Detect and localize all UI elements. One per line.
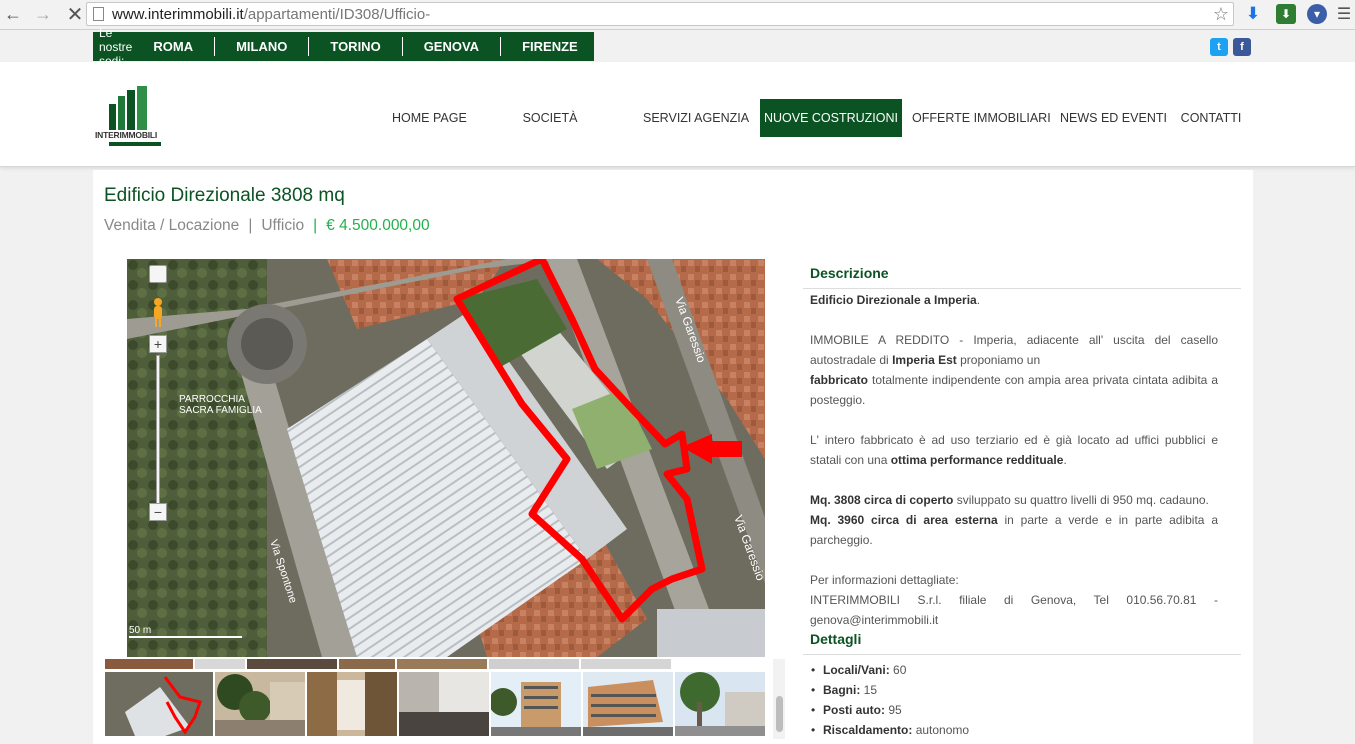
download-icon[interactable]: ⬇ xyxy=(1243,4,1263,24)
desc-p6a: Mq. 3960 circa di area esterna xyxy=(810,513,998,527)
zoom-slider[interactable] xyxy=(156,355,160,505)
map-image: PARROCCHIA SACRA FAMIGLIA Via Garessio V… xyxy=(127,259,765,657)
address-bar[interactable]: www.interimmobili.it/appartamenti/ID308/… xyxy=(86,2,1234,26)
desc-p3a: fabbricato xyxy=(810,373,869,387)
gallery-scrollbar-thumb[interactable] xyxy=(776,696,783,732)
office-link-torino[interactable]: TORINO xyxy=(308,37,401,56)
desc-p4b: ottima performance reddituale xyxy=(890,453,1064,467)
desc-p5a: Mq. 3808 circa di coperto xyxy=(810,493,954,507)
logo-buildings-icon xyxy=(109,86,161,146)
detail-value: 15 xyxy=(860,683,878,697)
detail-value: autonomo xyxy=(912,723,970,737)
listing-panel: Edificio Direzionale 3808 mq Vendita / L… xyxy=(93,170,1253,744)
facebook-icon[interactable]: f xyxy=(1233,38,1251,56)
zoom-out-button[interactable]: − xyxy=(149,503,167,521)
browser-toolbar: ← → ✕ www.interimmobili.it/appartamenti/… xyxy=(0,0,1355,30)
detail-item: Bagni: 15 xyxy=(811,680,969,700)
desc-p2c: proponiamo un xyxy=(956,353,1041,367)
detail-label: Locali/Vani: xyxy=(823,663,890,677)
divider xyxy=(803,288,1241,289)
separator: | xyxy=(248,217,253,234)
office-link-firenze[interactable]: FIRENZE xyxy=(500,37,599,56)
desc-p5b: sviluppato su quattro livelli di 950 mq.… xyxy=(953,493,1209,507)
thumbnail-building-front[interactable] xyxy=(491,672,581,736)
detail-value: 95 xyxy=(885,703,902,717)
extension-menu-icon[interactable]: ▾ xyxy=(1307,4,1327,24)
arrow-left-icon[interactable]: ← xyxy=(2,4,24,26)
page-icon xyxy=(93,7,104,21)
nav-contatti[interactable]: CONTATTI xyxy=(1180,99,1242,137)
nav-news-eventi[interactable]: NEWS ED EVENTI xyxy=(1060,99,1167,137)
desc-p4c: . xyxy=(1063,453,1067,467)
url-host: www.interimmobili.it xyxy=(112,5,244,23)
detail-label: Posti auto: xyxy=(823,703,885,717)
nav-societa[interactable]: SOCIETÀ xyxy=(520,99,580,137)
listing-type: Vendita / Locazione xyxy=(104,217,240,234)
site-header: INTERIMMOBILI HOME PAGE SOCIETÀ SERVIZI … xyxy=(0,62,1355,167)
satellite-map[interactable]: PARROCCHIA SACRA FAMIGLIA Via Garessio V… xyxy=(127,259,765,657)
detail-item: Locali/Vani: 60 xyxy=(811,660,969,680)
detail-label: Riscaldamento: xyxy=(823,723,913,737)
map-scale-label: 50 m xyxy=(129,625,151,636)
logo-text: INTERIMMOBILI xyxy=(95,130,158,140)
nav-offerte-immobiliari[interactable]: OFFERTE IMMOBILIARI xyxy=(912,99,1051,137)
desc-p2b: Imperia Est xyxy=(892,353,957,367)
arrow-right-icon[interactable]: → xyxy=(32,4,54,26)
desc-p1-end: . xyxy=(976,293,981,307)
thumbnail-gallery xyxy=(105,672,765,736)
pegman-icon[interactable] xyxy=(151,298,165,328)
description-text: Edificio Direzionale a Imperia. IMMOBILE… xyxy=(810,290,1218,630)
map-label-sacra-famiglia: SACRA FAMIGLIA xyxy=(179,405,262,416)
close-icon[interactable]: ✕ xyxy=(64,4,86,26)
details-heading: Dettagli xyxy=(810,631,862,647)
desc-p7: Per informazioni dettagliate: xyxy=(810,573,959,587)
detail-label: Bagni: xyxy=(823,683,861,697)
description-heading: Descrizione xyxy=(810,265,889,281)
divider xyxy=(803,654,1241,655)
browser-menu-icon[interactable]: ☰ xyxy=(1334,4,1354,24)
thumbnail-palms[interactable] xyxy=(675,672,765,736)
thumbnail-row-partial xyxy=(105,659,760,669)
map-label-parrocchia: PARROCCHIA xyxy=(179,394,245,405)
desc-p8: INTERIMMOBILI S.r.l. filiale di Genova, … xyxy=(810,593,1218,627)
office-link-roma[interactable]: ROMA xyxy=(132,37,214,56)
office-link-milano[interactable]: MILANO xyxy=(214,37,308,56)
separator: | xyxy=(313,217,318,234)
detail-item: Posti auto: 95 xyxy=(811,700,969,720)
desc-p1-bold: Edificio Direzionale a Imperia xyxy=(810,293,977,307)
nav-home[interactable]: HOME PAGE xyxy=(392,99,467,137)
detail-value: 60 xyxy=(889,663,907,677)
details-list: Locali/Vani: 60 Bagni: 15 Posti auto: 95… xyxy=(811,660,970,740)
desc-p3b: totalmente indipendente con ampia area p… xyxy=(810,373,1218,407)
thumbnail-garden[interactable] xyxy=(215,672,305,736)
top-strip: Le nostre sedi: ROMA MILANO TORINO GENOV… xyxy=(0,26,1355,68)
extension-download-icon[interactable]: ⬇ xyxy=(1276,4,1296,24)
star-icon[interactable]: ☆ xyxy=(1213,4,1229,25)
office-link-genova[interactable]: GENOVA xyxy=(401,37,500,56)
nav-nuove-costruzioni[interactable]: NUOVE COSTRUZIONI xyxy=(760,99,902,137)
nav-servizi-agenzia[interactable]: SERVIZI AGENZIA xyxy=(643,99,749,137)
twitter-icon[interactable]: t xyxy=(1210,38,1228,56)
detail-item: Riscaldamento: autonomo xyxy=(811,720,970,740)
pan-control-icon[interactable] xyxy=(149,265,167,283)
zoom-in-button[interactable]: + xyxy=(149,335,167,353)
site-logo[interactable]: INTERIMMOBILI xyxy=(95,84,165,150)
listing-price: € 4.500.000,00 xyxy=(326,217,430,234)
thumbnail-building-side[interactable] xyxy=(583,672,673,736)
offices-bar: Le nostre sedi: ROMA MILANO TORINO GENOV… xyxy=(93,26,594,68)
thumbnail-office-room[interactable] xyxy=(399,672,489,736)
listing-category: Ufficio xyxy=(261,217,305,234)
listing-title: Edificio Direzionale 3808 mq xyxy=(104,185,345,206)
thumbnail-corridor[interactable] xyxy=(307,672,397,736)
url-path: /appartamenti/ID308/Ufficio- xyxy=(243,5,431,23)
thumbnail-satellite[interactable] xyxy=(105,672,213,736)
listing-subtitle: Vendita / Locazione | Ufficio | € 4.500.000,… xyxy=(104,217,430,235)
